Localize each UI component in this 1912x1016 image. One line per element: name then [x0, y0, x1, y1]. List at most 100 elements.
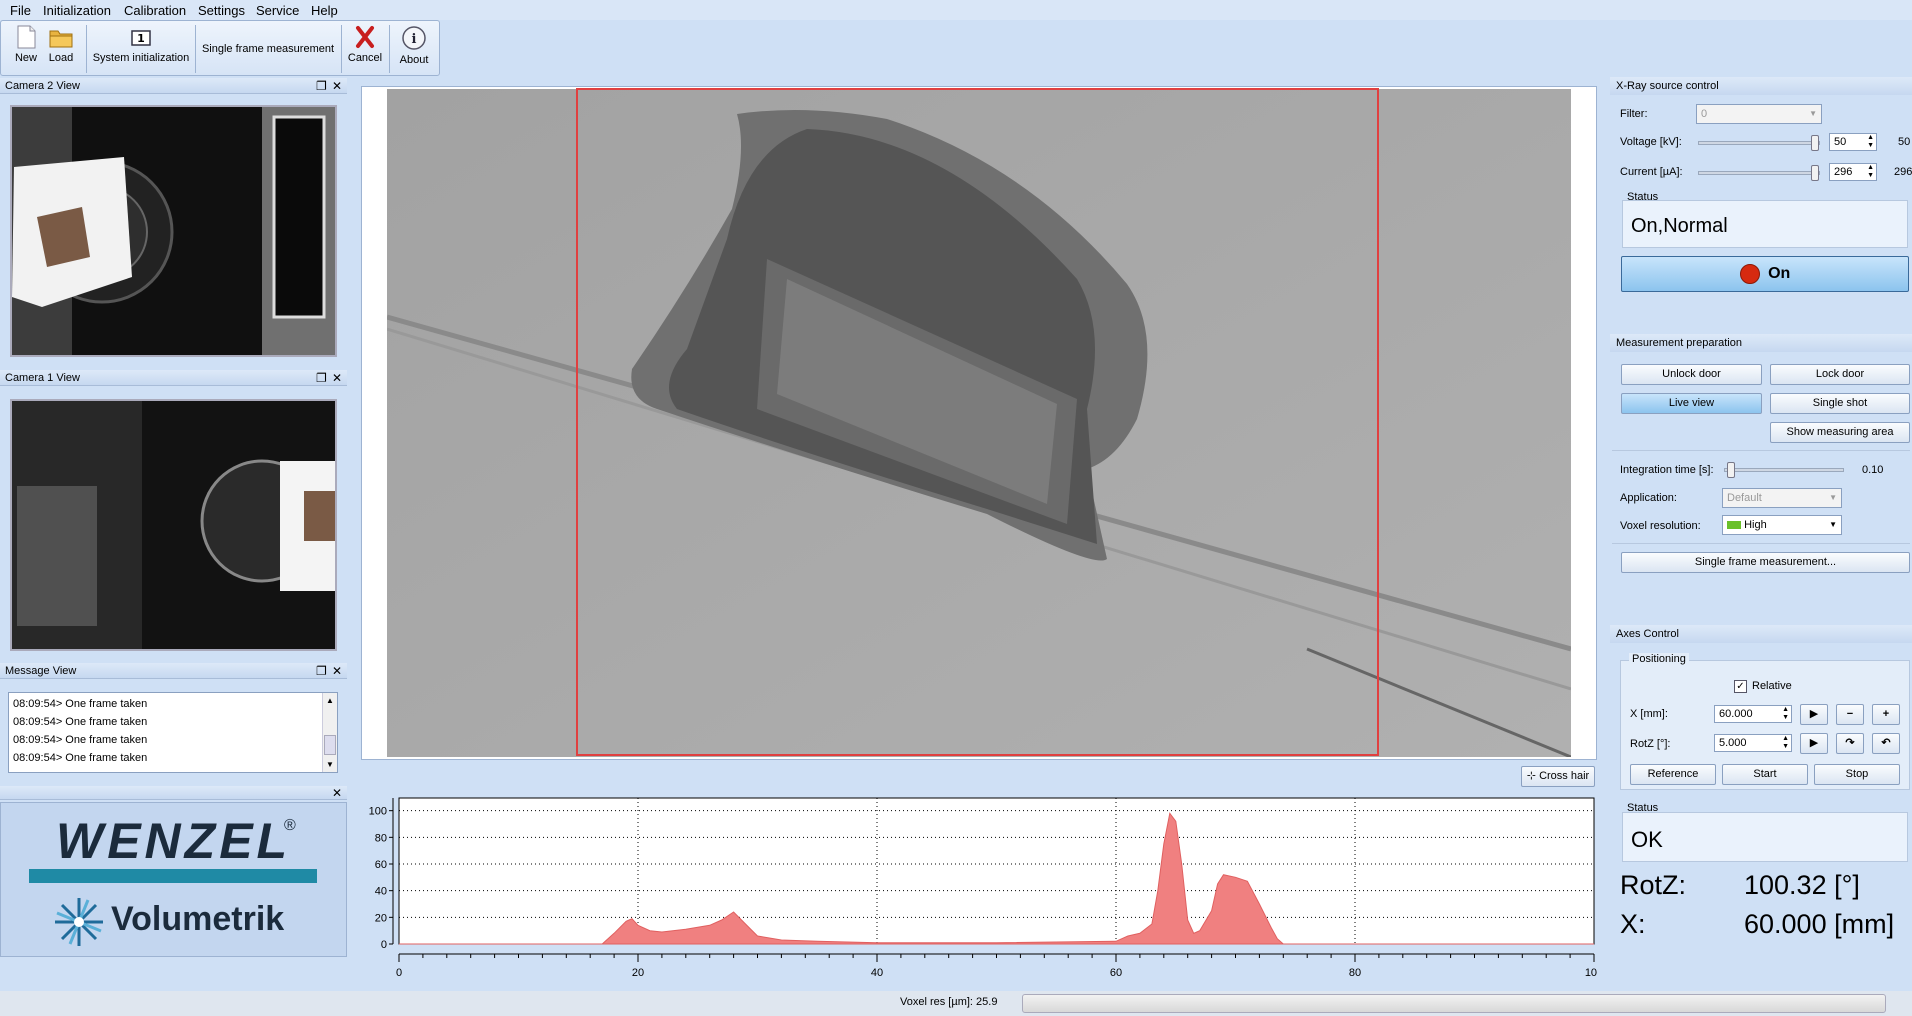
registered-mark: ® — [284, 817, 296, 834]
filter-value: 0 — [1701, 108, 1708, 120]
voxel-resolution-select[interactable]: High ▼ — [1722, 515, 1842, 535]
current-max: 296 — [1894, 166, 1912, 178]
rotate-ccw-icon: ↶ — [1881, 737, 1891, 749]
close-icon[interactable]: ✕ — [332, 663, 342, 679]
rotz-readout-label: RotZ: — [1620, 870, 1687, 900]
x-move-button[interactable]: ▶ — [1800, 704, 1828, 725]
chevron-down-icon: ▼ — [1829, 520, 1837, 529]
voxel-resolution-value: High — [1744, 519, 1767, 531]
close-icon[interactable]: ✕ — [332, 78, 342, 94]
current-label: Current [µA]: — [1620, 166, 1683, 178]
x-plus-button[interactable]: + — [1872, 704, 1900, 725]
list-item: 08:09:54> One frame taken — [13, 716, 148, 728]
y-tick-label: 80 — [375, 832, 387, 844]
voltage-slider[interactable] — [1698, 135, 1820, 151]
close-icon[interactable]: ✕ — [332, 370, 342, 386]
start-button[interactable]: Start — [1722, 764, 1808, 785]
reference-button[interactable]: Reference — [1630, 764, 1716, 785]
float-icon[interactable]: ❐ — [316, 663, 327, 679]
rotz-move-button[interactable]: ▶ — [1800, 733, 1828, 754]
xray-status-box: On,Normal — [1622, 200, 1908, 248]
voltage-spinbox[interactable]: 50 ▲ ▼ — [1829, 133, 1877, 151]
x-tick-label: 0 — [396, 967, 402, 979]
crosshair-icon: ⊹ — [1526, 770, 1537, 782]
voltage-value: 50 — [1834, 136, 1847, 148]
message-dock-title: Message View ❐ ✕ — [0, 663, 347, 679]
axes-status-box: OK — [1622, 812, 1908, 862]
spin-arrows-icon[interactable]: ▲ ▼ — [1867, 164, 1874, 180]
measuring-area-roi[interactable] — [576, 88, 1379, 756]
brand-stripe — [29, 869, 317, 883]
camera2-dock-title: Camera 2 View ❐ ✕ — [0, 78, 347, 94]
rotz-readout-value: 100.32 [°] — [1744, 870, 1860, 900]
menu-settings[interactable]: Settings — [198, 3, 245, 18]
single-frame-measurement-panel-button[interactable]: Single frame measurement... — [1621, 552, 1910, 573]
x-readout-value: 60.000 [mm] — [1744, 909, 1895, 939]
on-label: On — [1768, 265, 1791, 282]
folder-icon — [49, 30, 73, 48]
relative-checkbox[interactable]: ✓ — [1734, 680, 1747, 693]
lock-door-button[interactable]: Lock door — [1770, 364, 1910, 385]
cancel-label: Cancel — [347, 52, 383, 64]
cross-hair-button[interactable]: ⊹ Cross hair — [1521, 766, 1595, 787]
x-readout-label: X: — [1620, 909, 1646, 939]
cancel-button[interactable]: Cancel — [345, 25, 385, 73]
about-button[interactable]: i About — [393, 25, 435, 73]
scroll-thumb[interactable] — [324, 735, 336, 755]
integration-time-slider-thumb[interactable] — [1727, 462, 1735, 478]
positioning-label: Positioning — [1629, 653, 1689, 665]
scroll-up-icon[interactable]: ▲ — [326, 696, 334, 705]
x-axis-spinbox[interactable]: 60.000 ▲ ▼ — [1714, 705, 1792, 723]
single-shot-button[interactable]: Single shot — [1770, 393, 1910, 414]
camera1-image — [12, 401, 335, 649]
current-slider[interactable] — [1698, 165, 1820, 181]
voltage-max: 50 — [1898, 136, 1911, 148]
spin-arrows-icon[interactable]: ▲ ▼ — [1782, 735, 1789, 751]
x-tick-label: 60 — [1110, 967, 1122, 979]
float-icon[interactable]: ❐ — [316, 78, 327, 94]
scroll-down-icon[interactable]: ▼ — [326, 760, 334, 769]
current-slider-thumb[interactable] — [1811, 165, 1819, 181]
y-tick-label: 60 — [375, 859, 387, 871]
current-spinbox[interactable]: 296 ▲ ▼ — [1829, 163, 1877, 181]
x-minus-button[interactable]: − — [1836, 704, 1864, 725]
spin-arrows-icon[interactable]: ▲ ▼ — [1782, 706, 1789, 722]
live-view-button[interactable]: Live view — [1621, 393, 1762, 414]
menu-service[interactable]: Service — [256, 3, 299, 18]
rotz-rotate-ccw-button[interactable]: ↶ — [1872, 733, 1900, 754]
x-tick-label: 40 — [871, 967, 883, 979]
info-icon: i — [402, 26, 426, 50]
system-initialization-button[interactable]: 1 System initialization — [89, 25, 193, 73]
minus-icon: − — [1846, 708, 1854, 720]
application-value: Default — [1727, 492, 1762, 504]
rotz-rotate-cw-button[interactable]: ↷ — [1836, 733, 1864, 754]
new-file-icon — [17, 25, 36, 49]
stop-button[interactable]: Stop — [1814, 764, 1900, 785]
close-icon[interactable]: ✕ — [332, 786, 342, 800]
list-item: 08:09:54> One frame taken — [13, 698, 148, 710]
unlock-door-button[interactable]: Unlock door — [1621, 364, 1762, 385]
message-scrollbar[interactable]: ▲ ▼ — [322, 693, 337, 772]
list-item: 08:09:54> One frame taken — [13, 734, 148, 746]
menu-help[interactable]: Help — [311, 3, 338, 18]
application-label: Application: — [1620, 492, 1677, 504]
load-button[interactable]: Load — [45, 25, 77, 73]
rotz-axis-spinbox[interactable]: 5.000 ▲ ▼ — [1714, 734, 1792, 752]
spin-arrows-icon[interactable]: ▲ ▼ — [1867, 134, 1874, 150]
menu-file[interactable]: File — [10, 3, 31, 18]
voltage-slider-thumb[interactable] — [1811, 135, 1819, 151]
volumetrik-wordmark: Volumetrik — [111, 900, 285, 938]
filter-select[interactable]: 0 ▼ — [1696, 104, 1822, 124]
voxel-resolution-label: Voxel resolution: — [1620, 520, 1701, 532]
divider — [1612, 543, 1910, 544]
new-button[interactable]: New — [11, 25, 41, 73]
svg-text:i: i — [412, 32, 417, 47]
show-measuring-area-button[interactable]: Show measuring area — [1770, 422, 1910, 443]
xray-on-button[interactable]: On — [1621, 256, 1909, 292]
integration-time-slider[interactable] — [1724, 462, 1844, 478]
application-select[interactable]: Default ▼ — [1722, 488, 1842, 508]
menu-calibration[interactable]: Calibration — [124, 3, 186, 18]
single-frame-measurement-button[interactable]: Single frame measurement — [199, 25, 337, 73]
menu-initialization[interactable]: Initialization — [43, 3, 111, 18]
float-icon[interactable]: ❐ — [316, 370, 327, 386]
